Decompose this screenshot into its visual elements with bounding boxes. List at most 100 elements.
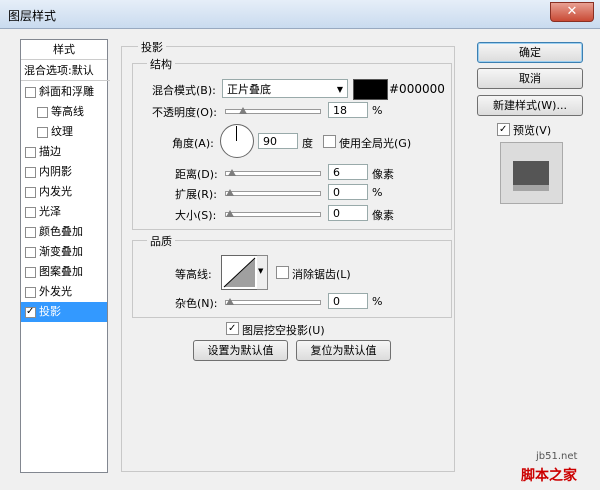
shadow-color-swatch[interactable]: [353, 79, 388, 100]
global-light-checkbox[interactable]: [323, 135, 336, 148]
size-slider-thumb[interactable]: [226, 208, 234, 217]
knockout-label: 图层挖空投影(U): [242, 324, 325, 337]
distance-input[interactable]: 6: [328, 164, 368, 180]
style-item-label: 光泽: [39, 205, 61, 218]
antialias-label: 消除锯齿(L): [292, 268, 351, 281]
spread-slider-thumb[interactable]: [226, 187, 234, 196]
size-unit: 像素: [372, 209, 394, 222]
distance-unit: 像素: [372, 168, 394, 181]
reset-default-button[interactable]: 复位为默认值: [296, 340, 391, 361]
knockout-checkbox[interactable]: [226, 322, 239, 335]
angle-unit: 度: [302, 137, 313, 150]
ok-button[interactable]: 确定: [477, 42, 583, 63]
watermark-site: jb51.net: [536, 451, 578, 462]
title-bar: 图层样式 ✕: [0, 0, 600, 29]
style-checkbox[interactable]: [25, 147, 36, 158]
size-slider[interactable]: [225, 210, 321, 217]
size-input[interactable]: 0: [328, 205, 368, 221]
size-label: 大小(S):: [175, 209, 217, 222]
preview-checkbox[interactable]: [497, 123, 510, 136]
style-item[interactable]: 图案叠加: [21, 262, 107, 282]
style-item[interactable]: 颜色叠加: [21, 222, 107, 242]
opacity-input[interactable]: 18: [328, 102, 368, 118]
style-checkbox[interactable]: [25, 287, 36, 298]
contour-label: 等高线:: [175, 268, 212, 281]
opacity-label: 不透明度(O):: [152, 106, 217, 119]
global-light-label: 使用全局光(G): [339, 137, 412, 150]
distance-slider-thumb[interactable]: [228, 167, 236, 176]
style-item-label: 纹理: [51, 125, 73, 138]
style-checkbox[interactable]: [25, 247, 36, 258]
quality-title: 品质: [147, 233, 175, 249]
blend-options-item[interactable]: 混合选项:默认: [21, 61, 110, 81]
preview-thumbnail: [500, 142, 563, 204]
style-item[interactable]: 投影: [21, 302, 107, 322]
angle-input[interactable]: 90: [258, 133, 298, 149]
contour-picker[interactable]: [221, 255, 258, 290]
antialias-checkbox[interactable]: [276, 266, 289, 279]
style-item-label: 颜色叠加: [39, 225, 83, 238]
style-checkbox-checked[interactable]: [25, 302, 36, 322]
angle-dial-needle: [236, 126, 237, 141]
style-item[interactable]: 光泽: [21, 202, 107, 222]
style-item-label: 描边: [39, 145, 61, 158]
blend-mode-label: 混合模式(B):: [152, 84, 216, 97]
structure-title: 结构: [147, 56, 175, 72]
styles-header[interactable]: 样式: [21, 40, 107, 60]
distance-label: 距离(D):: [175, 168, 218, 181]
spread-unit: %: [372, 186, 383, 199]
style-checkbox[interactable]: [37, 127, 48, 138]
new-style-button[interactable]: 新建样式(W)...: [477, 95, 583, 116]
noise-input[interactable]: 0: [328, 293, 368, 309]
angle-label: 角度(A):: [172, 137, 214, 150]
style-checkbox[interactable]: [25, 187, 36, 198]
style-item-label: 斜面和浮雕: [39, 85, 94, 98]
contour-dropdown[interactable]: ▼: [257, 255, 268, 290]
distance-slider[interactable]: [225, 169, 321, 176]
chevron-down-icon: ▼: [258, 267, 264, 275]
style-checkbox[interactable]: [25, 227, 36, 238]
style-item[interactable]: 描边: [21, 142, 107, 162]
style-item[interactable]: 内阴影: [21, 162, 107, 182]
style-item[interactable]: 纹理: [21, 122, 107, 142]
style-checkbox[interactable]: [25, 167, 36, 178]
angle-dial[interactable]: [220, 124, 254, 158]
style-item[interactable]: 内发光: [21, 182, 107, 202]
set-default-button[interactable]: 设置为默认值: [193, 340, 288, 361]
window-title: 图层样式: [8, 9, 57, 23]
style-checkbox[interactable]: [25, 207, 36, 218]
style-checkbox[interactable]: [25, 87, 36, 98]
style-item[interactable]: 等高线: [21, 102, 107, 122]
style-item-label: 等高线: [51, 105, 84, 118]
spread-label: 扩展(R):: [175, 188, 217, 201]
style-item[interactable]: 渐变叠加: [21, 242, 107, 262]
style-item[interactable]: 斜面和浮雕: [21, 82, 107, 102]
style-checkbox[interactable]: [37, 107, 48, 118]
spread-input[interactable]: 0: [328, 184, 368, 200]
preview-swatch: [513, 161, 549, 185]
noise-unit: %: [372, 295, 383, 308]
noise-slider-thumb[interactable]: [226, 296, 234, 305]
contour-preview-icon: [223, 257, 256, 288]
noise-label: 杂色(N):: [175, 297, 218, 310]
style-item-label: 内阴影: [39, 165, 72, 178]
chevron-down-icon: ▼: [336, 85, 343, 94]
style-item-label: 内发光: [39, 185, 72, 198]
opacity-unit: %: [372, 104, 383, 117]
close-button[interactable]: ✕: [550, 2, 594, 22]
color-hex-label: #000000: [389, 82, 445, 96]
style-checkbox[interactable]: [25, 267, 36, 278]
preview-label: 预览(V): [513, 124, 552, 137]
styles-list: 样式 混合选项:默认 斜面和浮雕等高线纹理描边内阴影内发光光泽颜色叠加渐变叠加图…: [20, 39, 110, 473]
opacity-slider-thumb[interactable]: [239, 105, 247, 114]
blend-mode-select[interactable]: 正片叠底 ▼: [222, 79, 348, 98]
blend-mode-value: 正片叠底: [227, 83, 271, 96]
spread-slider[interactable]: [225, 189, 321, 196]
style-item-label: 投影: [39, 305, 61, 318]
style-item-label: 图案叠加: [39, 265, 83, 278]
noise-slider[interactable]: [225, 298, 321, 305]
cancel-button[interactable]: 取消: [477, 68, 583, 89]
style-item[interactable]: 外发光: [21, 282, 107, 302]
opacity-slider[interactable]: [225, 107, 321, 114]
style-item-label: 渐变叠加: [39, 245, 83, 258]
